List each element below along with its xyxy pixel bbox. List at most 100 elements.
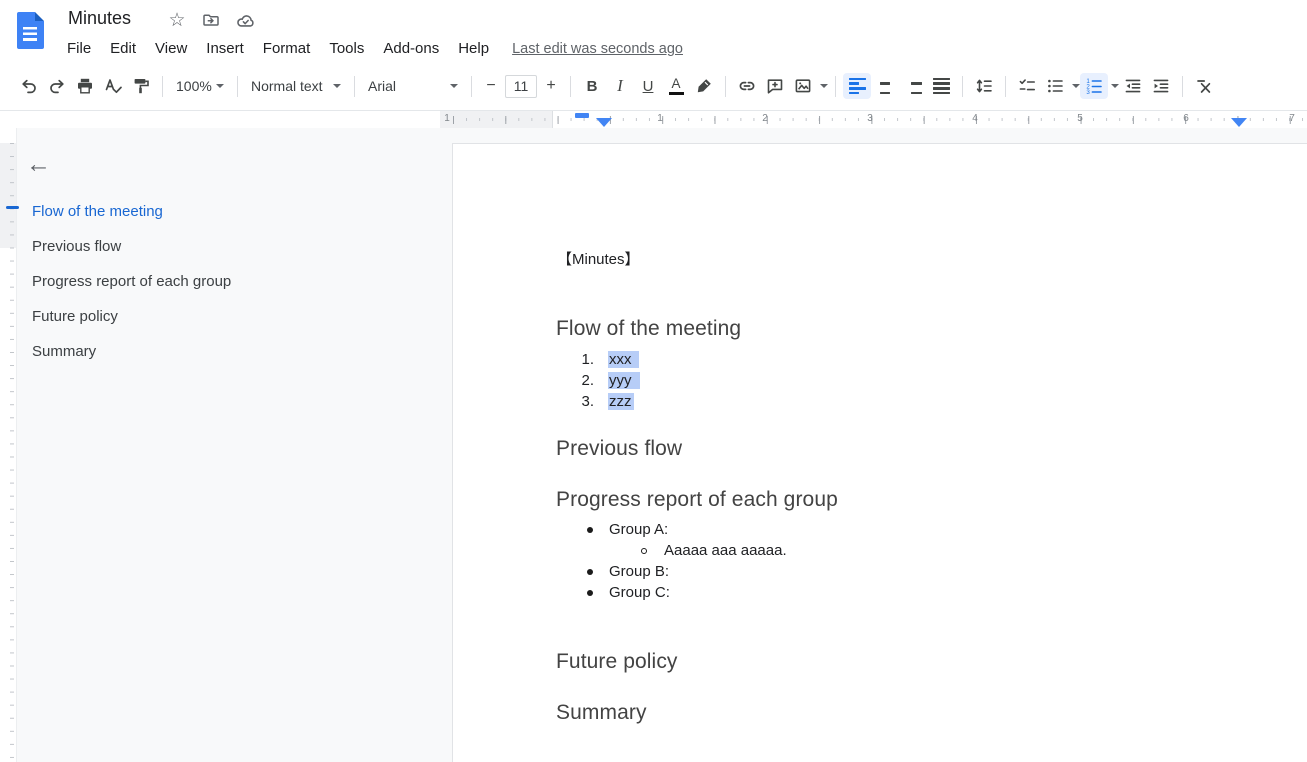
app-header: Minutes ☆ File Edit View Insert Format T… xyxy=(0,0,1307,62)
move-to-folder-icon[interactable] xyxy=(200,9,222,31)
text-color-icon: A xyxy=(669,77,684,96)
toolbar-divider xyxy=(962,76,963,97)
svg-text:3: 3 xyxy=(1086,89,1090,96)
menu-bar: File Edit View Insert Format Tools Add-o… xyxy=(67,40,683,57)
bullet-list-item: Group C: xyxy=(453,582,1307,603)
numbered-list-button[interactable]: 1 2 3 xyxy=(1080,73,1108,99)
bullet-list-item: Group B: xyxy=(453,561,1307,582)
add-comment-button[interactable] xyxy=(761,73,789,99)
bullet-icon xyxy=(587,590,593,596)
google-docs-logo-icon[interactable] xyxy=(17,12,44,49)
outline-active-indicator xyxy=(6,206,19,209)
clear-formatting-button[interactable] xyxy=(1190,73,1218,99)
cloud-saved-icon[interactable] xyxy=(234,9,256,31)
right-indent-marker[interactable] xyxy=(1231,118,1247,127)
vertical-ruler[interactable] xyxy=(0,128,17,762)
italic-button[interactable]: I xyxy=(606,73,634,99)
paragraph-style-select[interactable]: Normal text xyxy=(245,73,347,99)
ruler-label-left: 1 xyxy=(440,113,454,125)
first-line-indent-marker[interactable] xyxy=(575,113,589,118)
ruler-label: 1 xyxy=(653,113,667,125)
insert-image-dropdown[interactable] xyxy=(820,84,828,88)
align-center-button[interactable] xyxy=(871,73,899,99)
text-color-button[interactable]: A xyxy=(662,73,690,99)
doc-paragraph-intro[interactable]: 【Minutes】 xyxy=(557,249,640,270)
outline-item-future-policy[interactable]: Future policy xyxy=(32,299,231,334)
numbered-list-dropdown[interactable] xyxy=(1111,84,1119,88)
horizontal-ruler[interactable]: 1 1 2 3 4 5 6 7 xyxy=(0,111,1307,128)
outline-item-summary[interactable]: Summary xyxy=(32,334,231,369)
insert-image-button[interactable] xyxy=(789,73,817,99)
chevron-down-icon xyxy=(216,84,224,88)
doc-heading-summary[interactable]: Summary xyxy=(556,699,647,726)
align-right-button[interactable] xyxy=(899,73,927,99)
star-icon[interactable]: ☆ xyxy=(166,9,188,31)
undo-button[interactable] xyxy=(15,73,43,99)
numbered-list-item: 3. zzz xyxy=(453,391,1307,412)
doc-heading-previous[interactable]: Previous flow xyxy=(556,435,682,462)
bold-button[interactable]: B xyxy=(578,73,606,99)
numbered-list-item: 2. yyy xyxy=(453,370,1307,391)
chevron-down-icon xyxy=(333,84,341,88)
outline-item-flow-of-the-meeting[interactable]: Flow of the meeting xyxy=(32,194,231,229)
last-edit-link[interactable]: Last edit was seconds ago xyxy=(512,41,683,57)
menu-tools[interactable]: Tools xyxy=(329,40,364,57)
bullet-list-item: Group A: xyxy=(453,519,1307,540)
outline-item-previous-flow[interactable]: Previous flow xyxy=(32,229,231,264)
ruler-label: 7 xyxy=(1285,113,1299,125)
left-indent-marker[interactable] xyxy=(596,118,612,127)
sub-bullet-list-item: Aaaaa aaa aaaaa. xyxy=(453,540,1307,561)
menu-format[interactable]: Format xyxy=(263,40,311,57)
doc-heading-flow[interactable]: Flow of the meeting xyxy=(556,315,741,342)
justify-button[interactable] xyxy=(927,73,955,99)
chevron-down-icon xyxy=(450,84,458,88)
list-number: 3. xyxy=(573,391,594,412)
menu-edit[interactable]: Edit xyxy=(110,40,136,57)
menu-addons[interactable]: Add-ons xyxy=(383,40,439,57)
selected-text: xxx xyxy=(608,351,639,368)
underline-button[interactable]: U xyxy=(634,73,662,99)
font-family-value: Arial xyxy=(368,78,396,94)
logo-fold xyxy=(35,12,44,21)
doc-heading-progress[interactable]: Progress report of each group xyxy=(556,486,838,513)
redo-button[interactable] xyxy=(43,73,71,99)
font-family-select[interactable]: Arial xyxy=(362,73,464,99)
increase-indent-button[interactable] xyxy=(1147,73,1175,99)
line-spacing-button[interactable] xyxy=(970,73,998,99)
zoom-value: 100% xyxy=(176,78,212,94)
decrease-indent-button[interactable] xyxy=(1119,73,1147,99)
menu-file[interactable]: File xyxy=(67,40,91,57)
document-page[interactable]: 【Minutes】 Flow of the meeting 1. xxx 2. … xyxy=(452,143,1307,762)
highlight-color-button[interactable] xyxy=(690,73,718,99)
outline-list: Flow of the meeting Previous flow Progre… xyxy=(32,194,231,369)
document-title[interactable]: Minutes xyxy=(68,8,131,29)
insert-link-button[interactable] xyxy=(733,73,761,99)
zoom-select[interactable]: 100% xyxy=(170,73,230,99)
menu-help[interactable]: Help xyxy=(458,40,489,57)
decrease-font-size-button[interactable]: − xyxy=(479,73,503,99)
toolbar-divider xyxy=(1005,76,1006,97)
logo-lines xyxy=(23,27,37,41)
spellcheck-button[interactable] xyxy=(99,73,127,99)
toolbar-divider xyxy=(162,76,163,97)
bulleted-list-dropdown[interactable] xyxy=(1072,84,1080,88)
justify-icon xyxy=(933,78,950,95)
font-size-input[interactable]: 11 xyxy=(505,75,537,98)
toolbar-divider xyxy=(1182,76,1183,97)
align-left-icon xyxy=(849,78,866,95)
selected-text: zzz xyxy=(608,393,634,410)
bulleted-list-button[interactable] xyxy=(1041,73,1069,99)
doc-heading-future[interactable]: Future policy xyxy=(556,648,678,675)
checklist-button[interactable] xyxy=(1013,73,1041,99)
increase-font-size-button[interactable]: + xyxy=(539,73,563,99)
align-left-button[interactable] xyxy=(843,73,871,99)
paint-format-button[interactable] xyxy=(127,73,155,99)
toolbar-divider xyxy=(354,76,355,97)
sub-bullet-icon xyxy=(641,548,647,554)
outline-item-progress-report[interactable]: Progress report of each group xyxy=(32,264,231,299)
print-button[interactable] xyxy=(71,73,99,99)
menu-view[interactable]: View xyxy=(155,40,187,57)
close-outline-button[interactable]: ← xyxy=(26,152,51,177)
toolbar-divider xyxy=(471,76,472,97)
menu-insert[interactable]: Insert xyxy=(206,40,244,57)
